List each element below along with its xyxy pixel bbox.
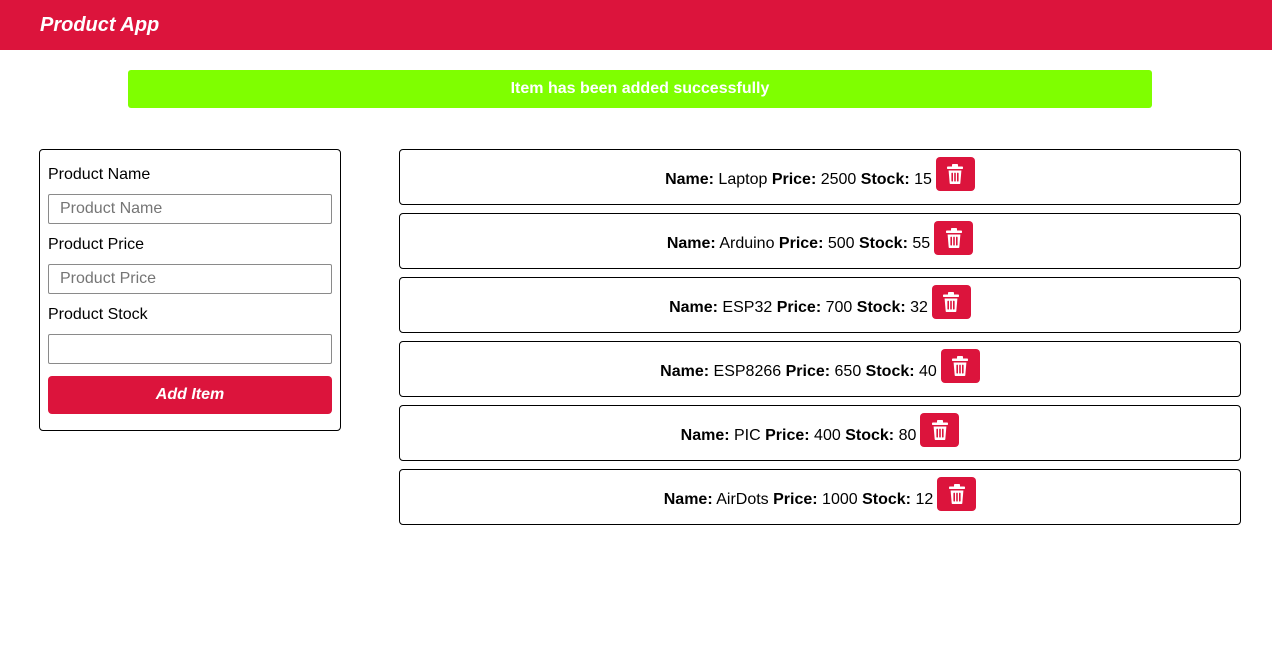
- product-name: AirDots: [716, 491, 769, 508]
- product-stock: 55: [912, 235, 931, 252]
- name-key: Name:: [669, 299, 718, 316]
- price-key: Price:: [785, 363, 831, 380]
- navbar: Product App: [0, 0, 1272, 50]
- price-key: Price:: [776, 299, 822, 316]
- product-item: Name: ESP32 Price: 700 Stock: 32: [399, 277, 1241, 333]
- product-stock: 80: [898, 427, 917, 444]
- product-details: Name: ESP32 Price: 700 Stock: 32: [669, 299, 928, 317]
- name-key: Name:: [665, 171, 714, 188]
- delete-item-button[interactable]: [920, 413, 960, 447]
- product-item: Name: AirDots Price: 1000 Stock: 12: [399, 469, 1241, 525]
- product-name: ESP8266: [713, 363, 782, 380]
- product-item: Name: Laptop Price: 2500 Stock: 15: [399, 149, 1241, 205]
- product-details: Name: AirDots Price: 1000 Stock: 12: [664, 491, 934, 509]
- stock-key: Stock:: [845, 427, 895, 444]
- name-key: Name:: [680, 427, 730, 444]
- product-name: Laptop: [718, 171, 768, 188]
- product-item: Name: Arduino Price: 500 Stock: 55: [399, 213, 1241, 269]
- product-item: Name: PIC Price: 400 Stock: 80: [399, 405, 1241, 461]
- app-title[interactable]: Product App: [40, 13, 159, 37]
- stock-key: Stock:: [862, 491, 911, 508]
- add-product-form: Product Name Product Price Product Stock…: [39, 149, 341, 431]
- trash-icon: [952, 356, 969, 376]
- product-details: Name: PIC Price: 400 Stock: 80: [681, 427, 917, 445]
- product-stock: 40: [919, 363, 937, 380]
- product-details: Name: Laptop Price: 2500 Stock: 15: [665, 171, 932, 189]
- product-stock: 32: [910, 299, 928, 316]
- delete-item-button[interactable]: [937, 477, 977, 511]
- trash-icon: [943, 292, 960, 312]
- trash-icon: [948, 484, 965, 504]
- stock-key: Stock:: [860, 171, 910, 188]
- product-name: Arduino: [719, 235, 775, 252]
- product-name-label: Product Name: [48, 166, 151, 183]
- product-price: 1000: [822, 491, 858, 508]
- product-price-label: Product Price: [48, 236, 145, 253]
- product-price: 500: [827, 235, 855, 252]
- price-key: Price:: [773, 491, 818, 508]
- trash-icon: [945, 228, 962, 248]
- trash-icon: [947, 164, 964, 184]
- delete-item-button[interactable]: [934, 221, 974, 255]
- name-key: Name:: [666, 235, 716, 252]
- add-item-button[interactable]: Add Item: [48, 376, 332, 414]
- product-price-input[interactable]: [48, 264, 332, 294]
- price-key: Price:: [771, 171, 817, 188]
- product-stock-input[interactable]: [48, 334, 332, 364]
- success-alert: Item has been added successfully: [128, 70, 1152, 108]
- product-name: ESP32: [722, 299, 773, 316]
- product-stock-label: Product Stock: [48, 306, 148, 323]
- delete-item-button[interactable]: [940, 349, 980, 383]
- product-stock: 15: [914, 171, 932, 188]
- price-key: Price:: [765, 427, 810, 444]
- product-price: 2500: [820, 171, 857, 188]
- product-stock: 12: [915, 491, 934, 508]
- product-item: Name: ESP8266 Price: 650 Stock: 40: [399, 341, 1241, 397]
- stock-key: Stock:: [856, 299, 906, 316]
- stock-key: Stock:: [859, 235, 908, 252]
- delete-item-button[interactable]: [931, 285, 971, 319]
- name-key: Name:: [663, 491, 713, 508]
- stock-key: Stock:: [865, 363, 915, 380]
- product-price: 700: [825, 299, 853, 316]
- product-details: Name: Arduino Price: 500 Stock: 55: [667, 235, 930, 253]
- product-price: 400: [814, 427, 841, 444]
- product-name: PIC: [734, 427, 761, 444]
- delete-item-button[interactable]: [935, 157, 975, 191]
- product-details: Name: ESP8266 Price: 650 Stock: 40: [660, 363, 937, 381]
- name-key: Name:: [660, 363, 710, 380]
- product-price: 650: [834, 363, 862, 380]
- trash-icon: [931, 420, 948, 440]
- product-name-input[interactable]: [48, 194, 332, 224]
- price-key: Price:: [778, 235, 824, 252]
